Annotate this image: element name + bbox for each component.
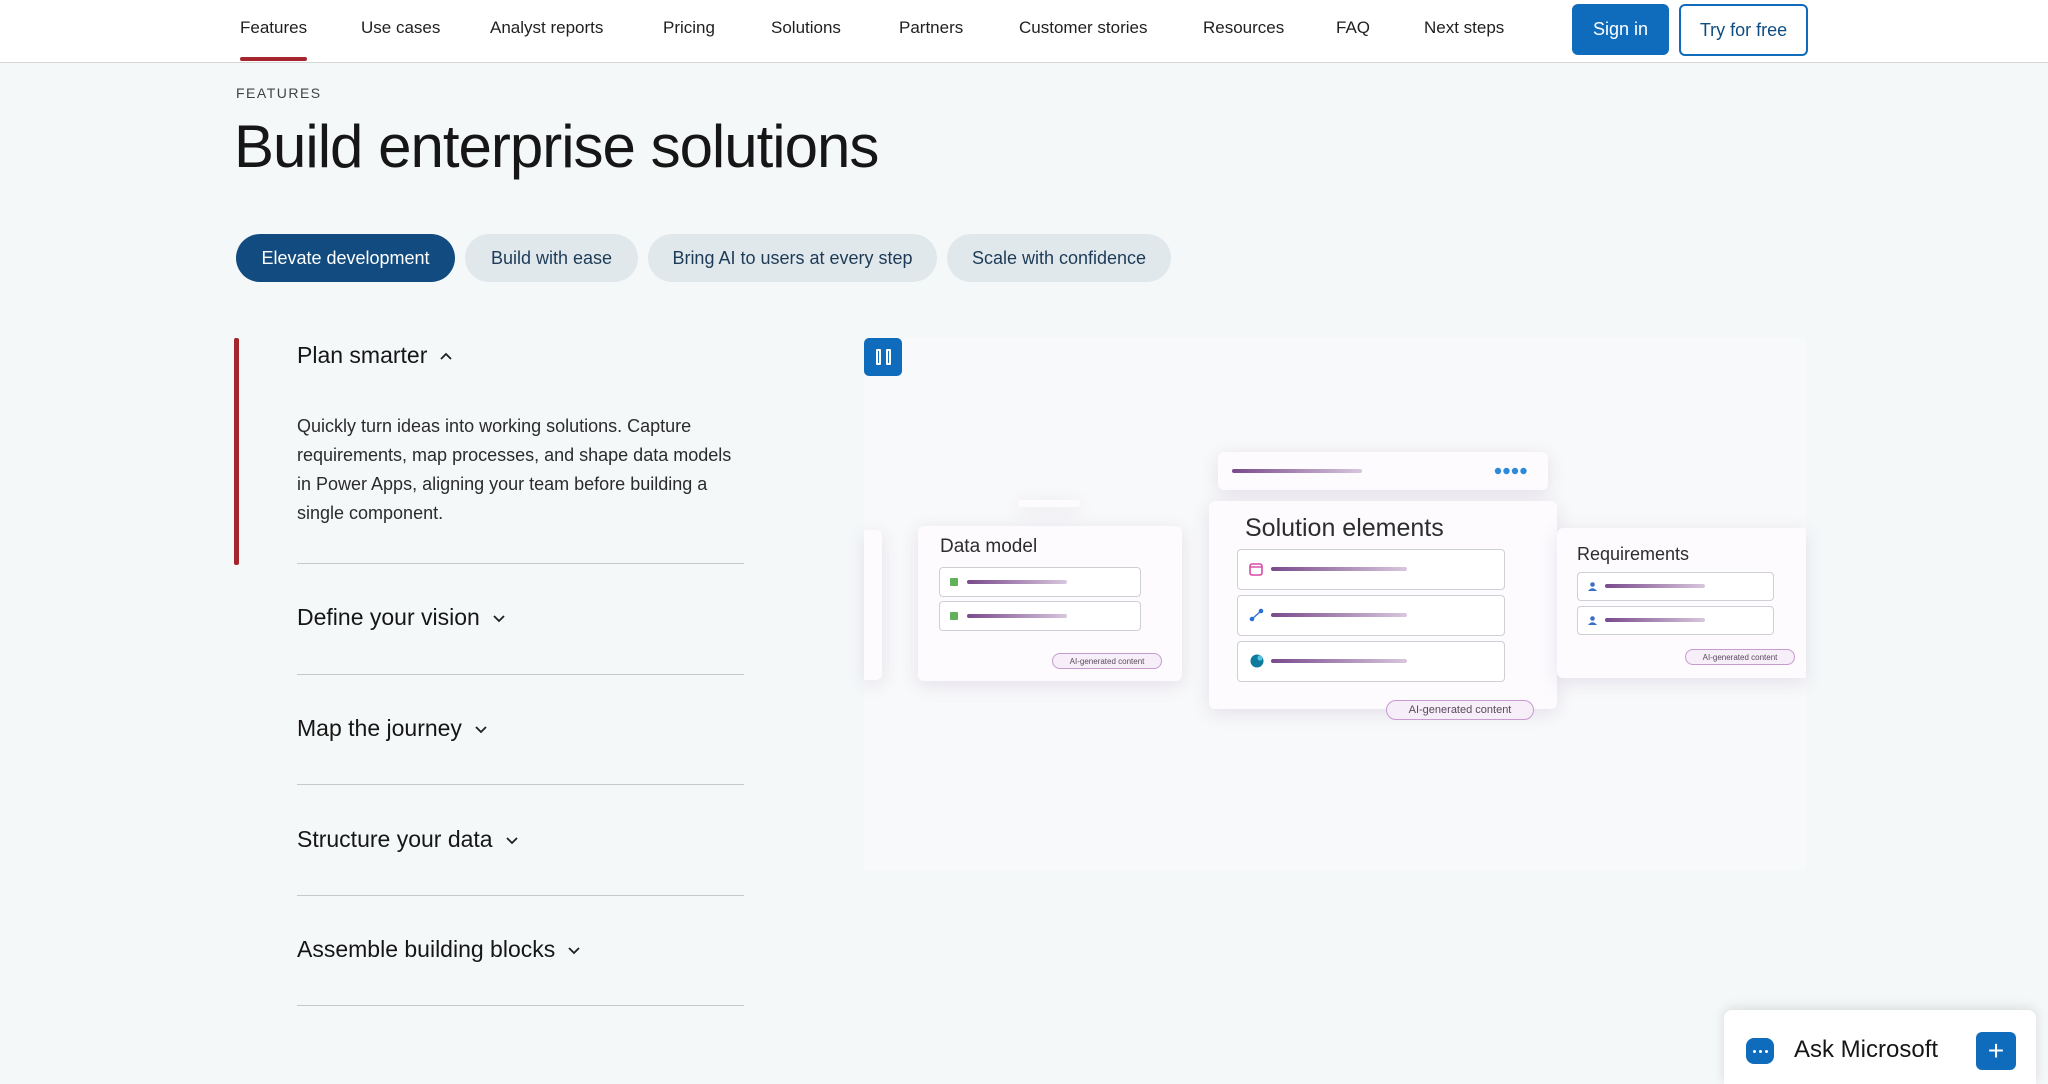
table-icon	[950, 578, 958, 586]
active-item-indicator	[234, 338, 239, 565]
placeholder-line	[1271, 613, 1407, 617]
requirement-row	[1577, 606, 1774, 635]
requirements-title: Requirements	[1577, 544, 1690, 564]
accordion-plan-smarter-body: Quickly turn ideas into working solution…	[297, 416, 732, 523]
ai-generated-badge: AI-generated content	[1685, 649, 1795, 665]
nav-customer-stories[interactable]: Customer stories	[1019, 18, 1147, 38]
placeholder-line	[967, 614, 1067, 618]
divider	[297, 784, 744, 785]
person-icon	[1588, 582, 1597, 591]
accordion-map-the-journey[interactable]: Map the journey	[297, 715, 488, 742]
solution-element-row	[1237, 595, 1505, 636]
section-eyebrow: FEATURES	[236, 85, 322, 101]
placeholder-line	[1605, 618, 1705, 622]
divider	[297, 674, 744, 675]
data-model-row	[939, 567, 1141, 597]
person-icon	[1588, 616, 1597, 625]
placeholder-line	[1605, 584, 1705, 588]
try-for-free-button[interactable]: Try for free	[1679, 4, 1808, 56]
accordion-label: Structure your data	[297, 826, 493, 852]
solution-element-row	[1237, 549, 1505, 590]
agent-icon	[1250, 654, 1264, 668]
solution-elements-title: Solution elements	[1245, 514, 1444, 542]
page-title: Build enterprise solutions	[234, 113, 879, 180]
ai-generated-badge: AI-generated content	[1052, 653, 1162, 669]
sign-in-button[interactable]: Sign in	[1572, 4, 1669, 55]
nav-analyst-reports[interactable]: Analyst reports	[490, 18, 603, 38]
requirement-row	[1577, 572, 1774, 601]
solution-element-row	[1237, 641, 1505, 682]
data-model-card: Data model AI-generated content	[918, 526, 1182, 681]
accordion-label: Assemble building blocks	[297, 936, 556, 962]
accordion-label: Plan smarter	[297, 342, 428, 368]
divider	[297, 1005, 744, 1006]
data-model-row	[939, 601, 1141, 631]
partial-card	[864, 530, 882, 680]
floating-bar	[1018, 500, 1080, 507]
accordion-assemble-building-blocks[interactable]: Assemble building blocks	[297, 936, 581, 963]
chat-icon	[1746, 1038, 1774, 1064]
accordion-label: Define your vision	[297, 604, 480, 630]
ask-microsoft-widget[interactable]: Ask Microsoft +	[1724, 1010, 2036, 1084]
nav-solutions[interactable]: Solutions	[771, 18, 841, 38]
nav-faq[interactable]: FAQ	[1336, 18, 1370, 38]
more-dots-icon	[1494, 467, 1527, 475]
accordion-label: Map the journey	[297, 715, 462, 741]
feature-illustration: Data model AI-generated content Solution…	[864, 338, 1806, 870]
pause-icon[interactable]	[864, 338, 902, 376]
nav-next-steps[interactable]: Next steps	[1424, 18, 1504, 38]
placeholder-line	[1271, 567, 1407, 571]
accordion-structure-your-data[interactable]: Structure your data	[297, 826, 519, 853]
table-icon	[950, 612, 958, 620]
accordion-define-your-vision[interactable]: Define your vision	[297, 604, 506, 631]
requirements-card: Requirements AI-generated content	[1557, 528, 1806, 678]
divider	[297, 895, 744, 896]
data-model-title: Data model	[940, 536, 1038, 557]
chevron-down-icon	[475, 725, 487, 733]
placeholder-line	[967, 580, 1067, 584]
chevron-down-icon	[505, 836, 518, 844]
tab-build-with-ease[interactable]: Build with ease	[465, 234, 638, 282]
chevron-up-icon	[440, 352, 453, 360]
nav-resources[interactable]: Resources	[1203, 18, 1284, 38]
flow-icon	[1249, 608, 1264, 622]
nav-features[interactable]: Features	[240, 18, 308, 61]
chevron-down-icon	[493, 614, 505, 622]
tab-bring-ai[interactable]: Bring AI to users at every step	[648, 234, 937, 282]
top-navigation: Features Use cases Analyst reports Prici…	[0, 0, 2048, 63]
nav-use-cases[interactable]: Use cases	[361, 18, 440, 38]
accordion-plan-smarter[interactable]: Plan smarter	[297, 342, 453, 369]
placeholder-line	[1271, 659, 1407, 663]
nav-pricing[interactable]: Pricing	[663, 18, 715, 38]
tab-scale-with-confidence[interactable]: Scale with confidence	[947, 234, 1171, 282]
ask-microsoft-label: Ask Microsoft	[1794, 1036, 1939, 1063]
expand-plus-button[interactable]: +	[1976, 1032, 2016, 1070]
solution-elements-card: Solution elements	[1209, 501, 1557, 709]
nav-partners[interactable]: Partners	[899, 18, 963, 38]
app-icon	[1249, 563, 1263, 576]
chevron-down-icon	[568, 946, 580, 954]
solution-toolbar	[1218, 452, 1548, 490]
tab-elevate-development[interactable]: Elevate development	[236, 234, 455, 282]
divider	[297, 563, 744, 564]
ai-generated-badge: AI-generated content	[1386, 700, 1534, 720]
placeholder-line	[1232, 469, 1362, 473]
